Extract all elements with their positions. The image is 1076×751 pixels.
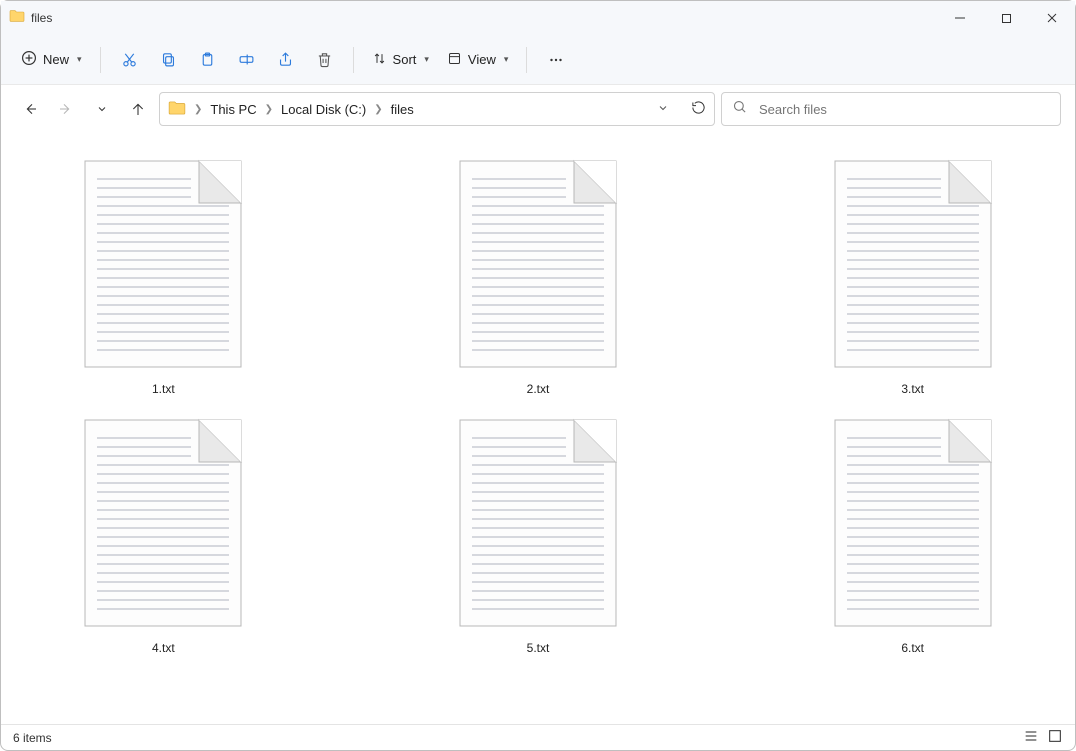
dropdown-button[interactable] xyxy=(657,102,669,117)
window-title: files xyxy=(31,11,52,25)
paste-button[interactable] xyxy=(191,47,224,72)
separator xyxy=(100,47,101,73)
file-item[interactable]: 1.txt xyxy=(83,159,243,396)
view-button[interactable]: View ▾ xyxy=(441,47,514,73)
breadcrumb-seg[interactable]: files xyxy=(391,102,414,117)
close-button[interactable] xyxy=(1029,1,1075,35)
window-controls xyxy=(937,1,1075,35)
search-input[interactable] xyxy=(757,101,1050,118)
status-bar: 6 items xyxy=(1,724,1075,750)
more-button[interactable] xyxy=(539,47,573,73)
text-file-icon xyxy=(458,418,618,633)
sort-button[interactable]: Sort ▾ xyxy=(366,47,435,73)
text-file-icon xyxy=(833,159,993,374)
recent-button[interactable] xyxy=(87,94,117,124)
rename-button[interactable] xyxy=(230,47,263,72)
chevron-right-icon: ❯ xyxy=(374,104,382,115)
file-name: 2.txt xyxy=(527,382,550,396)
minimize-button[interactable] xyxy=(937,1,983,35)
search-box[interactable] xyxy=(721,92,1061,126)
new-label: New xyxy=(43,52,69,67)
text-file-icon xyxy=(833,418,993,633)
file-name: 3.txt xyxy=(901,382,924,396)
text-file-icon xyxy=(83,418,243,633)
sort-label: Sort xyxy=(393,52,417,67)
text-file-icon xyxy=(458,159,618,374)
sort-icon xyxy=(372,51,387,69)
delete-button[interactable] xyxy=(308,47,341,72)
toolbar: New ▾ Sort ▾ View ▾ xyxy=(1,35,1075,85)
file-name: 1.txt xyxy=(152,382,175,396)
separator xyxy=(526,47,527,73)
chevron-right-icon: ❯ xyxy=(194,104,202,115)
separator xyxy=(353,47,354,73)
search-icon xyxy=(732,99,747,119)
copy-button[interactable] xyxy=(152,47,185,72)
refresh-button[interactable] xyxy=(691,100,706,118)
breadcrumb-seg[interactable]: This PC xyxy=(210,102,256,117)
back-button[interactable] xyxy=(15,94,45,124)
new-icon xyxy=(21,50,37,69)
file-name: 5.txt xyxy=(527,641,550,655)
file-name: 6.txt xyxy=(901,641,924,655)
file-grid: 1.txt 2.txt 3.txt 4.txt 5.txt 6.txt xyxy=(41,159,1035,655)
breadcrumb-seg[interactable]: Local Disk (C:) xyxy=(281,102,366,117)
text-file-icon xyxy=(83,159,243,374)
folder-icon xyxy=(168,99,186,120)
content-area[interactable]: 1.txt 2.txt 3.txt 4.txt 5.txt 6.txt xyxy=(1,133,1075,724)
view-icon xyxy=(447,51,462,69)
address-bar[interactable]: ❯ This PC ❯ Local Disk (C:) ❯ files xyxy=(159,92,715,126)
chevron-down-icon: ▾ xyxy=(77,54,82,65)
up-button[interactable] xyxy=(123,94,153,124)
file-item[interactable]: 5.txt xyxy=(458,418,618,655)
new-button[interactable]: New ▾ xyxy=(15,46,88,73)
title-bar: files xyxy=(1,1,1075,35)
file-item[interactable]: 4.txt xyxy=(83,418,243,655)
chevron-down-icon: ▾ xyxy=(504,54,509,65)
folder-icon xyxy=(9,8,25,29)
item-count: 6 items xyxy=(13,731,52,745)
cut-button[interactable] xyxy=(113,47,146,72)
file-item[interactable]: 2.txt xyxy=(458,159,618,396)
share-button[interactable] xyxy=(269,47,302,72)
chevron-right-icon: ❯ xyxy=(265,104,273,115)
view-label: View xyxy=(468,52,496,67)
details-view-button[interactable] xyxy=(1023,728,1039,747)
file-item[interactable]: 3.txt xyxy=(833,159,993,396)
chevron-down-icon: ▾ xyxy=(424,54,429,65)
file-name: 4.txt xyxy=(152,641,175,655)
forward-button[interactable] xyxy=(51,94,81,124)
maximize-button[interactable] xyxy=(983,1,1029,35)
file-item[interactable]: 6.txt xyxy=(833,418,993,655)
icons-view-button[interactable] xyxy=(1047,728,1063,747)
nav-row: ❯ This PC ❯ Local Disk (C:) ❯ files xyxy=(1,85,1075,133)
